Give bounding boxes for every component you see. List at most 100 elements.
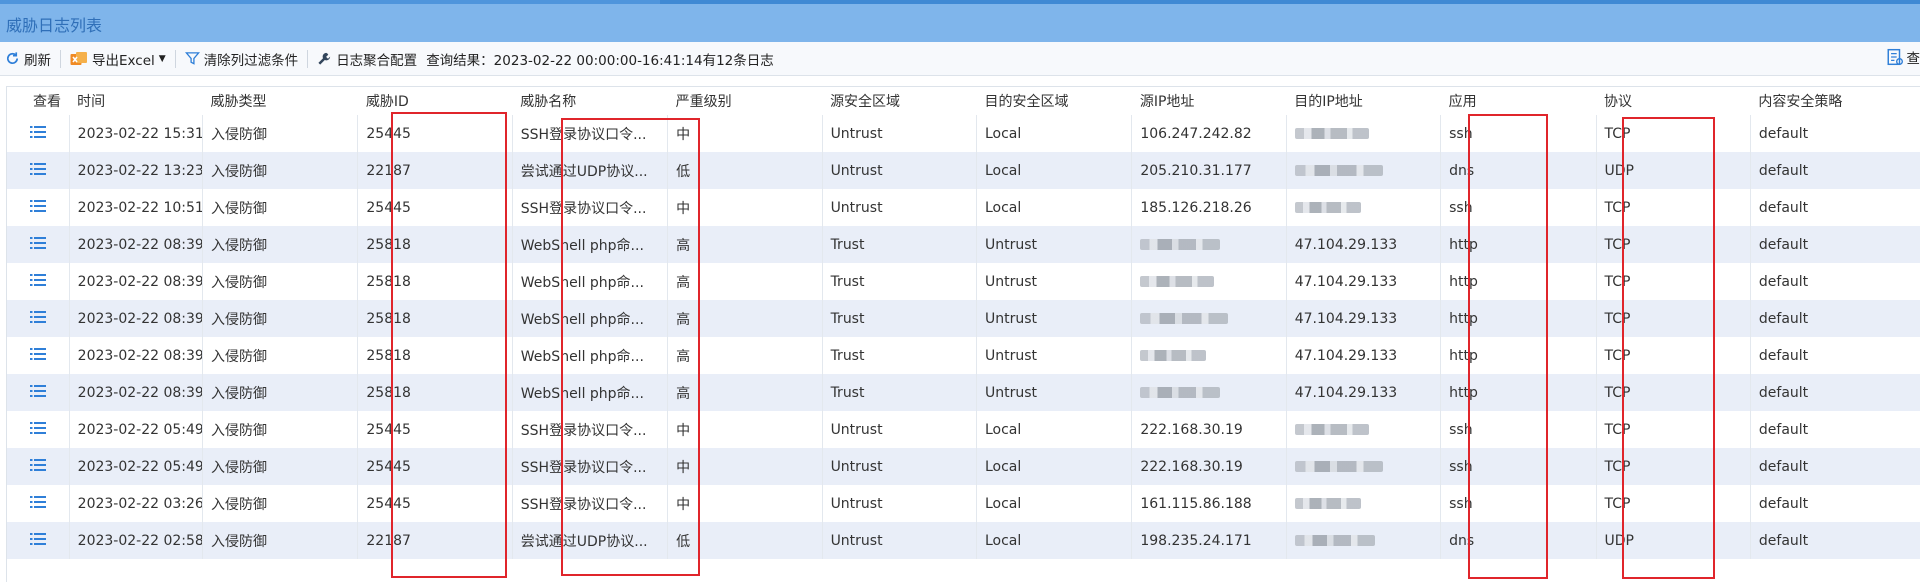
cell-dst-zone: Local (975, 485, 1132, 522)
query-result-text: 查询结果：2023-02-22 00:00:00-16:41:14有12条日志 (426, 52, 774, 69)
view-detail-icon[interactable] (29, 273, 46, 287)
table-row[interactable]: 2023-02-22 08:39:33入侵防御25818WebShell php… (7, 263, 1920, 300)
column-header-src-zone[interactable]: 源安全区域 (822, 87, 977, 115)
view-detail-icon[interactable] (29, 199, 46, 213)
column-header-application[interactable]: 应用 (1440, 87, 1597, 115)
table-row[interactable]: 2023-02-22 08:39:32入侵防御25818WebShell php… (7, 337, 1920, 374)
view-detail-icon[interactable] (29, 125, 46, 139)
cell-time: 2023-02-22 08:39:33 (68, 226, 203, 263)
cell-time: 2023-02-22 08:39:32 (68, 337, 203, 374)
cell-dst-zone: Untrust (975, 226, 1132, 263)
column-header-content-policy[interactable]: 内容安全策略 (1750, 87, 1920, 115)
table-row[interactable]: 2023-02-22 05:49:13入侵防御25445SSH登录协议口令...… (7, 448, 1920, 485)
cell-protocol: TCP (1595, 226, 1751, 263)
cell-protocol: TCP (1595, 411, 1751, 448)
toolbar: 刷新 导出Excel ▼ 清除列过滤条件 日志聚合配置 查询结果：2023-02… (0, 42, 1920, 76)
cell-severity: 高 (667, 226, 823, 263)
view-detail-icon[interactable] (29, 310, 46, 324)
column-header-time[interactable]: 时间 (69, 87, 203, 115)
cell-threat-name: WebShell php命... (511, 226, 668, 263)
view-detail-icon[interactable] (29, 162, 46, 176)
view-detail-icon[interactable] (29, 236, 46, 250)
cell-threat-id: 25818 (357, 263, 513, 300)
cell-application: http (1440, 337, 1597, 374)
cell-dst-ip: 47.104.29.133 (1285, 337, 1441, 374)
cell-threat-type: 入侵防御 (201, 152, 358, 189)
cell-dst-ip: 47.104.29.133 (1285, 226, 1441, 263)
cell-threat-type: 入侵防御 (201, 263, 358, 300)
log-aggregate-config-button[interactable]: 日志聚合配置 (312, 47, 422, 71)
refresh-icon (7, 52, 19, 64)
cell-severity: 中 (667, 448, 823, 485)
column-header-dst-zone[interactable]: 目的安全区域 (976, 87, 1132, 115)
view-detail-icon[interactable] (29, 384, 46, 398)
cell-content-policy: default (1749, 522, 1920, 559)
cell-application: http (1440, 300, 1597, 337)
toolbar-right[interactable]: 查 (1886, 47, 1920, 67)
cell-threat-name: 尝试通过UDP协议... (511, 522, 668, 559)
refresh-button[interactable]: 刷新 (0, 47, 56, 71)
table-body: 2023-02-22 15:31:34入侵防御25445SSH登录协议口令...… (7, 115, 1920, 559)
cell-content-policy: default (1749, 189, 1920, 226)
cell-application: ssh (1440, 189, 1597, 226)
clear-filter-label: 清除列过滤条件 (203, 52, 299, 69)
page-title: 威胁日志列表 (6, 16, 103, 35)
cell-dst-ip (1285, 115, 1441, 152)
table-row[interactable]: 2023-02-22 08:39:33入侵防御25818WebShell php… (7, 300, 1920, 337)
threat-log-table-container: 查看 时间 威胁类型 威胁ID 威胁名称 严重级别 源安全区域 目的安全区域 源… (6, 86, 1920, 582)
column-header-dst-ip[interactable]: 目的IP地址 (1286, 87, 1441, 115)
view-detail-icon[interactable] (29, 495, 46, 509)
column-header-threat-type[interactable]: 威胁类型 (202, 87, 358, 115)
view-detail-icon[interactable] (29, 421, 46, 435)
column-header-threat-id[interactable]: 威胁ID (357, 87, 513, 115)
column-header-threat-name[interactable]: 威胁名称 (512, 87, 668, 115)
cell-dst-zone: Untrust (975, 300, 1132, 337)
table-row[interactable]: 2023-02-22 15:31:34入侵防御25445SSH登录协议口令...… (7, 115, 1920, 152)
table-row[interactable]: 2023-02-22 02:58:35入侵防御22187尝试通过UDP协议...… (7, 522, 1920, 559)
cell-threat-id: 25818 (357, 337, 513, 374)
cell-dst-zone: Local (975, 522, 1132, 559)
cell-dst-ip (1285, 522, 1441, 559)
cell-src-ip: 222.168.30.19 (1131, 448, 1287, 485)
cell-content-policy: default (1749, 300, 1920, 337)
cell-time: 2023-02-22 13:23:23 (68, 152, 203, 189)
cell-threat-name: 尝试通过UDP协议... (511, 152, 668, 189)
cell-view (7, 448, 69, 485)
column-header-view[interactable]: 查看 (7, 87, 70, 115)
table-row[interactable]: 2023-02-22 08:39:33入侵防御25818WebShell php… (7, 226, 1920, 263)
cell-threat-type: 入侵防御 (201, 189, 358, 226)
clear-filter-button[interactable]: 清除列过滤条件 (180, 47, 304, 71)
cell-src-ip (1131, 226, 1287, 263)
cell-time: 2023-02-22 15:31:34 (68, 115, 203, 152)
cell-src-ip (1131, 374, 1287, 411)
view-detail-icon[interactable] (29, 458, 46, 472)
cell-dst-zone: Untrust (975, 337, 1132, 374)
cell-threat-name: WebShell php命... (511, 337, 668, 374)
table-row[interactable]: 2023-02-22 08:39:32入侵防御25818WebShell php… (7, 374, 1920, 411)
report-icon (1887, 48, 1903, 66)
export-excel-button[interactable]: 导出Excel ▼ (65, 47, 171, 71)
cell-src-zone: Untrust (821, 485, 977, 522)
view-detail-icon[interactable] (29, 532, 46, 546)
cell-dst-zone: Local (975, 115, 1132, 152)
cell-application: http (1440, 374, 1597, 411)
cell-threat-type: 入侵防御 (201, 374, 358, 411)
cell-application: ssh (1440, 411, 1597, 448)
cell-src-ip: 106.247.242.82 (1131, 115, 1287, 152)
column-header-src-ip[interactable]: 源IP地址 (1131, 87, 1287, 115)
cell-application: dns (1440, 522, 1597, 559)
cell-src-zone: Trust (821, 337, 977, 374)
view-detail-icon[interactable] (29, 347, 46, 361)
table-row[interactable]: 2023-02-22 13:23:23入侵防御22187尝试通过UDP协议...… (7, 152, 1920, 189)
table-row[interactable]: 2023-02-22 05:49:23入侵防御25445SSH登录协议口令...… (7, 411, 1920, 448)
table-row[interactable]: 2023-02-22 03:26:48入侵防御25445SSH登录协议口令...… (7, 485, 1920, 522)
table-row[interactable]: 2023-02-22 10:51:38入侵防御25445SSH登录协议口令...… (7, 189, 1920, 226)
cell-protocol: UDP (1595, 522, 1751, 559)
column-header-protocol[interactable]: 协议 (1596, 87, 1751, 115)
cell-dst-ip: 47.104.29.133 (1285, 263, 1441, 300)
cell-threat-name: WebShell php命... (511, 300, 668, 337)
cell-protocol: UDP (1595, 152, 1751, 189)
column-header-severity[interactable]: 严重级别 (667, 87, 823, 115)
refresh-label: 刷新 (24, 52, 51, 69)
cell-view (7, 374, 69, 411)
